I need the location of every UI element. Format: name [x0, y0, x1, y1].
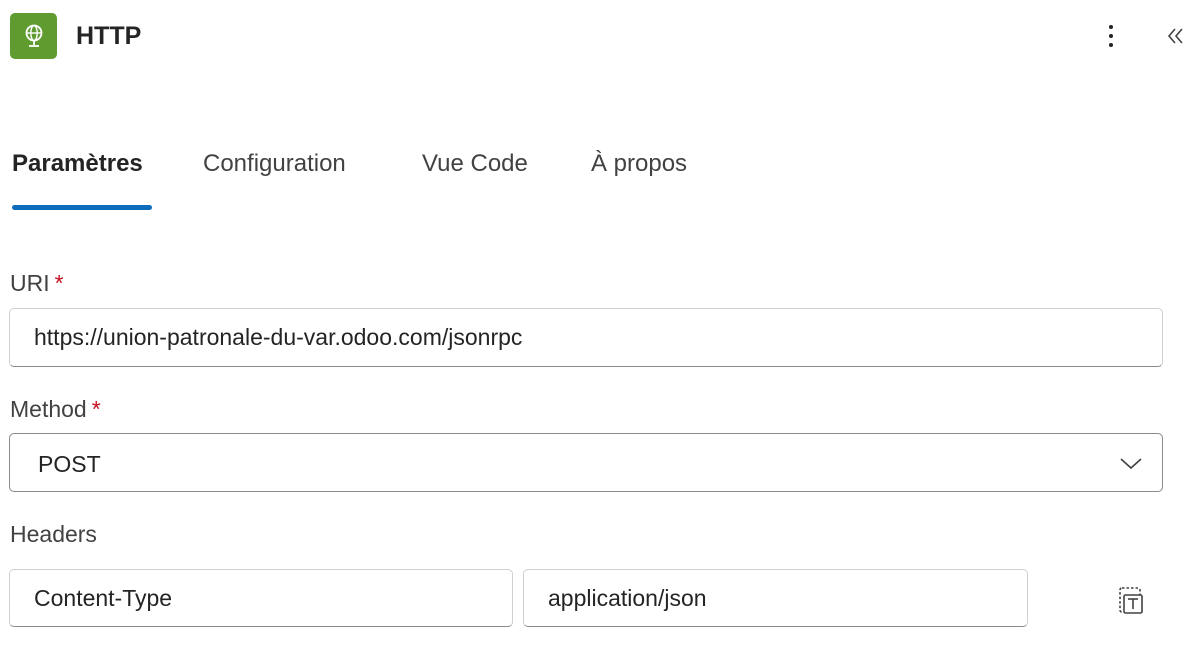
header-value-input[interactable]	[523, 569, 1028, 627]
method-label: Method *	[10, 396, 101, 423]
more-dot-icon	[1109, 43, 1113, 47]
more-options-button[interactable]	[1098, 18, 1124, 54]
tab-configuration[interactable]: Configuration	[203, 150, 346, 178]
globe-icon	[25, 24, 42, 47]
chevron-down-icon	[1120, 458, 1142, 470]
method-selected-value: POST	[38, 451, 101, 477]
http-app-icon	[10, 13, 57, 59]
headers-label: Headers	[10, 521, 97, 547]
active-tab-indicator	[12, 205, 152, 210]
tab-parametres[interactable]: Paramètres	[12, 150, 143, 178]
required-marker: *	[91, 396, 101, 422]
http-action-panel: HTTP Paramètres Configuration Vue Code À…	[0, 0, 1190, 664]
required-marker: *	[54, 270, 64, 296]
tab-a-propos[interactable]: À propos	[591, 150, 687, 178]
uri-label-text: URI	[10, 270, 50, 296]
more-dot-icon	[1109, 25, 1113, 29]
more-dot-icon	[1109, 34, 1113, 38]
method-dropdown[interactable]: POST	[9, 433, 1163, 492]
page-title: HTTP	[76, 22, 142, 50]
header-key-input[interactable]	[9, 569, 513, 627]
delete-row-icon	[1119, 587, 1143, 614]
method-label-text: Method	[10, 396, 87, 422]
tab-vue-code[interactable]: Vue Code	[422, 150, 528, 178]
double-chevron-left-icon	[1167, 28, 1183, 44]
uri-label: URI *	[10, 270, 64, 297]
delete-header-button[interactable]	[1113, 582, 1149, 618]
collapse-panel-button[interactable]	[1160, 18, 1190, 54]
uri-input[interactable]	[9, 308, 1163, 367]
